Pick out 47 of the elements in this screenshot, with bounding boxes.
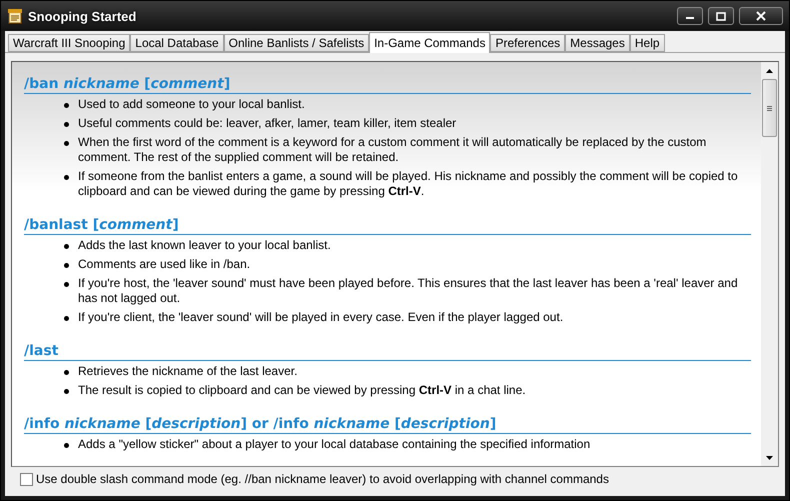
bullet-icon xyxy=(64,244,69,249)
help-item: Comments are used like in /ban. xyxy=(78,257,250,272)
maximize-icon xyxy=(716,12,726,20)
bullet-icon xyxy=(64,370,69,375)
bullet-icon xyxy=(64,141,69,146)
tab[interactable]: In-Game Commands xyxy=(369,32,490,53)
help-item: If someone from the banlist enters a game, a sound will be played. His nickname and possibly the comment will be copied to clipboard and can be viewed during the game by pressing Ctrl-V. xyxy=(78,169,739,199)
close-button[interactable] xyxy=(739,7,783,25)
help-item: If you're client, the 'leaver sound' will be played in every case. Even if the player lagged out. xyxy=(78,310,564,325)
help-item: Adds a "yellow sticker" about a player to your local database containing the specified information xyxy=(78,437,590,452)
bullet-icon xyxy=(64,443,69,448)
scroll-up-icon[interactable] xyxy=(766,68,773,72)
tab[interactable]: Help xyxy=(630,34,665,52)
help-item: Useful comments could be: leaver, afker, lamer, team killer, item stealer xyxy=(78,116,456,131)
scroll-thumb[interactable] xyxy=(762,79,777,137)
scrollbar[interactable] xyxy=(761,62,778,466)
bullet-icon xyxy=(64,316,69,321)
command-heading: /last xyxy=(24,335,751,361)
command-heading: /info nickname [description] or /info nickname [description] xyxy=(24,408,751,434)
help-item: Retrieves the nickname of the last leaver. xyxy=(78,364,298,379)
help-item: When the first word of the comment is a keyword for a custom comment it will automatically be replaced by the custom comment. The rest of the supplied comment will be retained. xyxy=(78,135,708,165)
maximize-button[interactable] xyxy=(708,7,734,25)
checkbox[interactable] xyxy=(20,472,33,486)
bullet-icon xyxy=(64,122,69,127)
app-icon xyxy=(7,8,23,24)
bullet-icon xyxy=(64,263,69,268)
help-item: If you're host, the 'leaver sound' must have been played before. This ensures that the last leaver has been a 'real' leaver and has not lagged out. xyxy=(78,276,739,306)
help-item: Used to add someone to your local banlist. xyxy=(78,97,305,112)
tab[interactable]: Messages xyxy=(565,34,630,52)
bullet-icon xyxy=(64,103,69,108)
bullet-icon xyxy=(64,175,69,180)
minimize-button[interactable] xyxy=(677,7,703,25)
command-heading: /banlast [comment] xyxy=(24,209,751,235)
tab[interactable]: Warcraft III Snooping xyxy=(8,34,130,52)
grip-icon xyxy=(767,106,772,110)
help-item: Adds the last known leaver to your local banlist. xyxy=(78,238,331,253)
close-icon xyxy=(755,11,767,21)
tab[interactable]: Preferences xyxy=(490,34,566,52)
tab[interactable]: Local Database xyxy=(130,34,224,52)
checkbox-label: Use double slash command mode (eg. //ban nickname leaver) to avoid overlapping with channel commands xyxy=(36,472,609,486)
command-heading: /ban nickname [comment] xyxy=(24,68,751,94)
window-title: Snooping Started xyxy=(28,8,138,24)
scroll-down-icon[interactable] xyxy=(766,456,773,460)
bullet-icon xyxy=(64,282,69,287)
tab[interactable]: Online Banlists / Safelists xyxy=(224,34,370,52)
bullet-icon xyxy=(64,389,69,394)
help-item: The result is copied to clipboard and can be viewed by pressing Ctrl-V in a chat line. xyxy=(78,383,526,398)
